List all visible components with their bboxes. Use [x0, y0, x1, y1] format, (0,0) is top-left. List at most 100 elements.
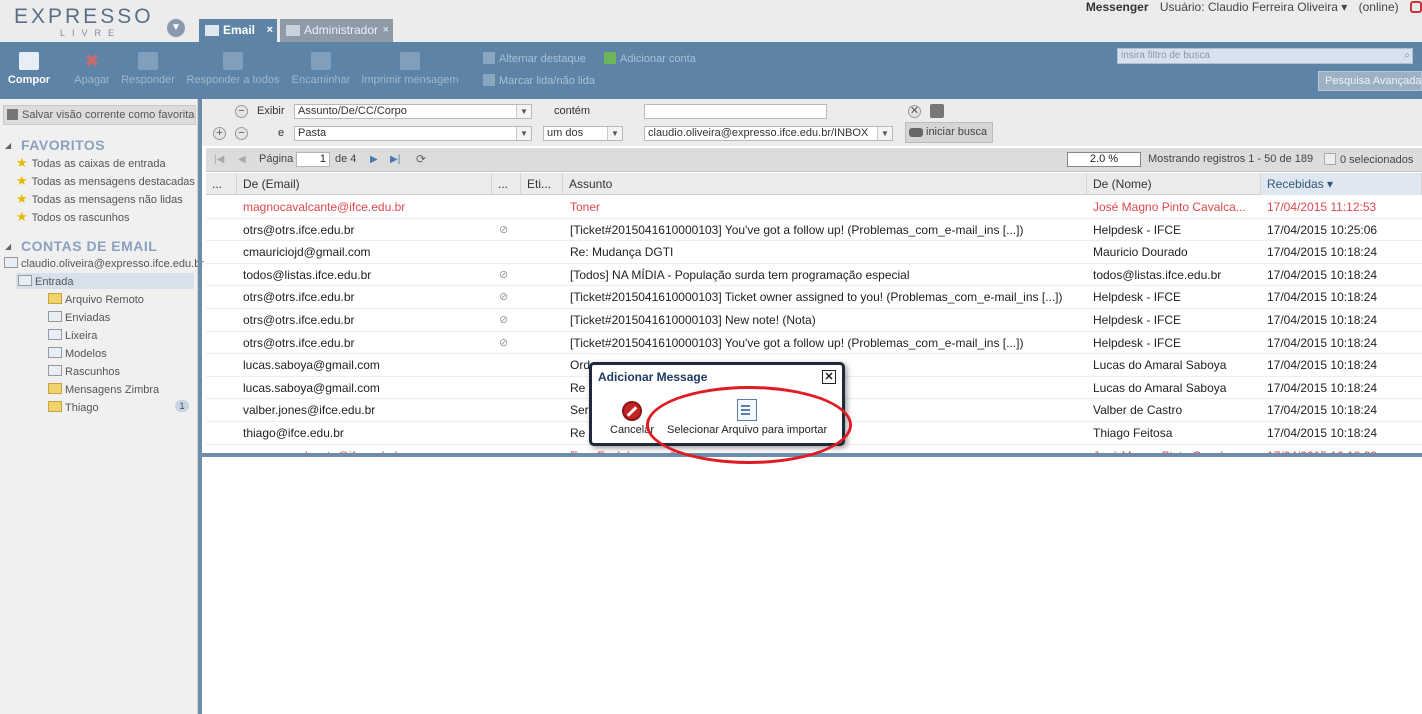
print-button[interactable]: Imprimir mensagem	[360, 42, 460, 99]
select-file-label: Selecionar Arquivo para importar	[667, 424, 828, 436]
chevron-down-icon: ▼	[607, 127, 622, 140]
column-header-tags[interactable]: Eti...	[521, 173, 563, 195]
inbox-label: Entrada	[35, 276, 74, 288]
favorite-item[interactable]: ★ Todas as mensagens não lidas	[16, 191, 183, 207]
folder-arquivo-remoto[interactable]: Arquivo Remoto	[48, 293, 144, 306]
cell-from-name: Helpdesk - IFCE	[1093, 335, 1182, 350]
logo-subtext: LIVRE	[60, 28, 122, 38]
cell-from-email: lucas.saboya@gmail.com	[243, 380, 380, 395]
favorite-item[interactable]: ★ Todos os rascunhos	[16, 209, 130, 225]
save-view-button[interactable]: Salvar visão corrente como favorita	[3, 105, 196, 125]
folder-modelos[interactable]: Modelos	[48, 347, 107, 360]
table-row[interactable]: otrs@otrs.ifce.edu.br [Ticket#20150416100…	[206, 332, 1422, 355]
folder-enviadas[interactable]: Enviadas	[48, 311, 110, 324]
close-icon[interactable]: ×	[267, 19, 273, 42]
online-status: (online)	[1358, 0, 1399, 14]
compose-button[interactable]: Compor	[6, 42, 52, 99]
column-header-flags[interactable]: ...	[206, 173, 237, 195]
column-header-subject[interactable]: Assunto	[563, 173, 1087, 195]
cell-from-name: Valber de Castro	[1093, 403, 1183, 418]
account-item[interactable]: claudio.oliveira@expresso.ifce.edu.br	[4, 257, 204, 270]
close-icon[interactable]: ✕	[822, 370, 836, 384]
filter-operator-select[interactable]: um dos ▼	[543, 126, 623, 141]
first-page-icon[interactable]: |◀	[214, 154, 224, 165]
advanced-search-button[interactable]: Pesquisa Avançada	[1318, 71, 1422, 91]
toggle-highlight-button[interactable]: Alternar destaque	[483, 52, 586, 65]
folder-rascunhos[interactable]: Rascunhos	[48, 365, 120, 378]
search-icon[interactable]: ⌕	[1404, 49, 1410, 63]
attachment-icon: ⊘	[499, 336, 509, 349]
table-row[interactable]: otrs@otrs.ifce.edu.br [Ticket#20150416100…	[206, 219, 1422, 242]
toggle-highlight-label: Alternar destaque	[499, 53, 586, 65]
folder-select[interactable]: claudio.oliveira@expresso.ifce.edu.br/IN…	[644, 126, 893, 141]
folder-thiago[interactable]: Thiago	[48, 401, 99, 414]
collapse-icon[interactable]: ◢	[5, 242, 11, 251]
add-account-button[interactable]: Adicionar conta	[604, 52, 696, 65]
page-number-input[interactable]: 1	[296, 152, 330, 167]
add-filter-icon[interactable]: +	[213, 127, 226, 140]
next-page-icon[interactable]: ▶	[370, 154, 378, 165]
selected-count-label: 0 selecionados	[1340, 154, 1414, 166]
column-header-from-email[interactable]: De (Email)	[237, 173, 492, 195]
start-search-button[interactable]: iniciar busca	[905, 122, 993, 143]
user-area: Messenger Usuário: Claudio Ferreira Oliv…	[1078, 0, 1422, 16]
forward-button[interactable]: Encaminhar	[290, 42, 352, 99]
filter-panel: − Exibir Assunto/De/CC/Corpo ▼ contém ✕ +…	[202, 99, 1422, 146]
progress-bar: 2.0 %	[1067, 152, 1141, 167]
filter-field-select[interactable]: Assunto/De/CC/Corpo ▼	[294, 104, 532, 119]
table-row[interactable]: todos@listas.ifce.edu.br [Todos] NA MÍDIA…	[206, 264, 1422, 287]
star-icon: ★	[16, 209, 28, 224]
column-header-attach[interactable]: ...	[492, 173, 521, 195]
close-icon[interactable]: ×	[383, 19, 389, 42]
cancel-button[interactable]: Cancelar	[610, 401, 654, 436]
folder-icon	[48, 401, 62, 412]
filter-value-input[interactable]	[644, 104, 827, 119]
reply-all-button[interactable]: Responder a todos	[186, 42, 280, 99]
table-row[interactable]: cmauriciojd@gmail.com Re: Mudança DGTI Mau…	[206, 241, 1422, 264]
cell-received: 17/04/2015 10:18:24	[1267, 426, 1378, 440]
attachment-icon: ⊘	[499, 268, 509, 281]
tab-email[interactable]: Email ×	[199, 19, 277, 42]
remove-filter-icon[interactable]: −	[235, 127, 248, 140]
cell-received: 17/04/2015 10:18:24	[1267, 335, 1378, 350]
logo-text: EXPRESSO	[14, 5, 154, 28]
refresh-icon[interactable]: ⟳	[416, 152, 426, 166]
filter-label-and: e	[278, 127, 285, 139]
mark-read-button[interactable]: Marcar lida/não lida	[483, 74, 595, 87]
grid-header: ... De (Email) ... Eti... Assunto De (No…	[206, 173, 1422, 195]
filter-label-show: Exibir	[257, 105, 285, 117]
save-icon[interactable]	[930, 104, 944, 118]
top-bar: EXPRESSO LIVRE ▼ Email × Administrador ×…	[0, 0, 1422, 42]
favorite-item[interactable]: ★ Todas as mensagens destacadas	[16, 173, 195, 189]
table-row[interactable]: otrs@otrs.ifce.edu.br [Ticket#20150416100…	[206, 309, 1422, 332]
folder-lixeira[interactable]: Lixeira	[48, 329, 97, 342]
column-header-from-name[interactable]: De (Nome)	[1087, 173, 1261, 195]
user-menu[interactable]: Usuário: Claudio Ferreira Oliveira ▾	[1160, 0, 1347, 14]
prev-page-icon[interactable]: ◀	[238, 154, 246, 165]
sidebar-splitter[interactable]	[198, 99, 202, 714]
tab-label: Email	[223, 23, 256, 37]
folder-inbox-label-wrap[interactable]: Entrada	[18, 275, 74, 288]
power-icon[interactable]	[1410, 1, 1422, 13]
collapse-icon[interactable]: ◢	[5, 141, 11, 150]
remove-filter-icon[interactable]: −	[235, 105, 248, 118]
clear-filter-icon[interactable]: ✕	[908, 105, 921, 118]
last-page-icon[interactable]: ▶|	[390, 154, 400, 165]
select-file-button[interactable]: Selecionar Arquivo para importar	[667, 399, 827, 436]
favorite-item[interactable]: ★ Todas as caixas de entrada	[16, 155, 166, 171]
column-header-received[interactable]: Recebidas ▾	[1261, 173, 1422, 195]
table-row[interactable]: otrs@otrs.ifce.edu.br [Ticket#20150416100…	[206, 286, 1422, 309]
search-input[interactable]: insira filtro de busca ⌕	[1117, 48, 1413, 64]
tab-administrador[interactable]: Administrador ×	[280, 19, 393, 42]
folder-mensagens-zimbra[interactable]: Mensagens Zimbra	[48, 383, 159, 396]
grid-splitter[interactable]	[202, 453, 1422, 457]
delete-button[interactable]: ✖ Apagar	[70, 42, 114, 99]
reply-button[interactable]: Responder	[118, 42, 178, 99]
checkbox-icon[interactable]	[1324, 153, 1336, 165]
messenger-link[interactable]: Messenger	[1086, 0, 1149, 14]
table-row[interactable]: magnocavalcante@ifce.edu.br Toner José Mag…	[206, 196, 1422, 219]
chevron-down-icon[interactable]: ▼	[167, 19, 185, 37]
cell-from-email: magnocavalcante@ifce.edu.br	[243, 200, 406, 214]
cell-subject: [Ticket#2015041610000103] Ticket owner a…	[570, 290, 1063, 305]
filter-field-select[interactable]: Pasta ▼	[294, 126, 532, 141]
